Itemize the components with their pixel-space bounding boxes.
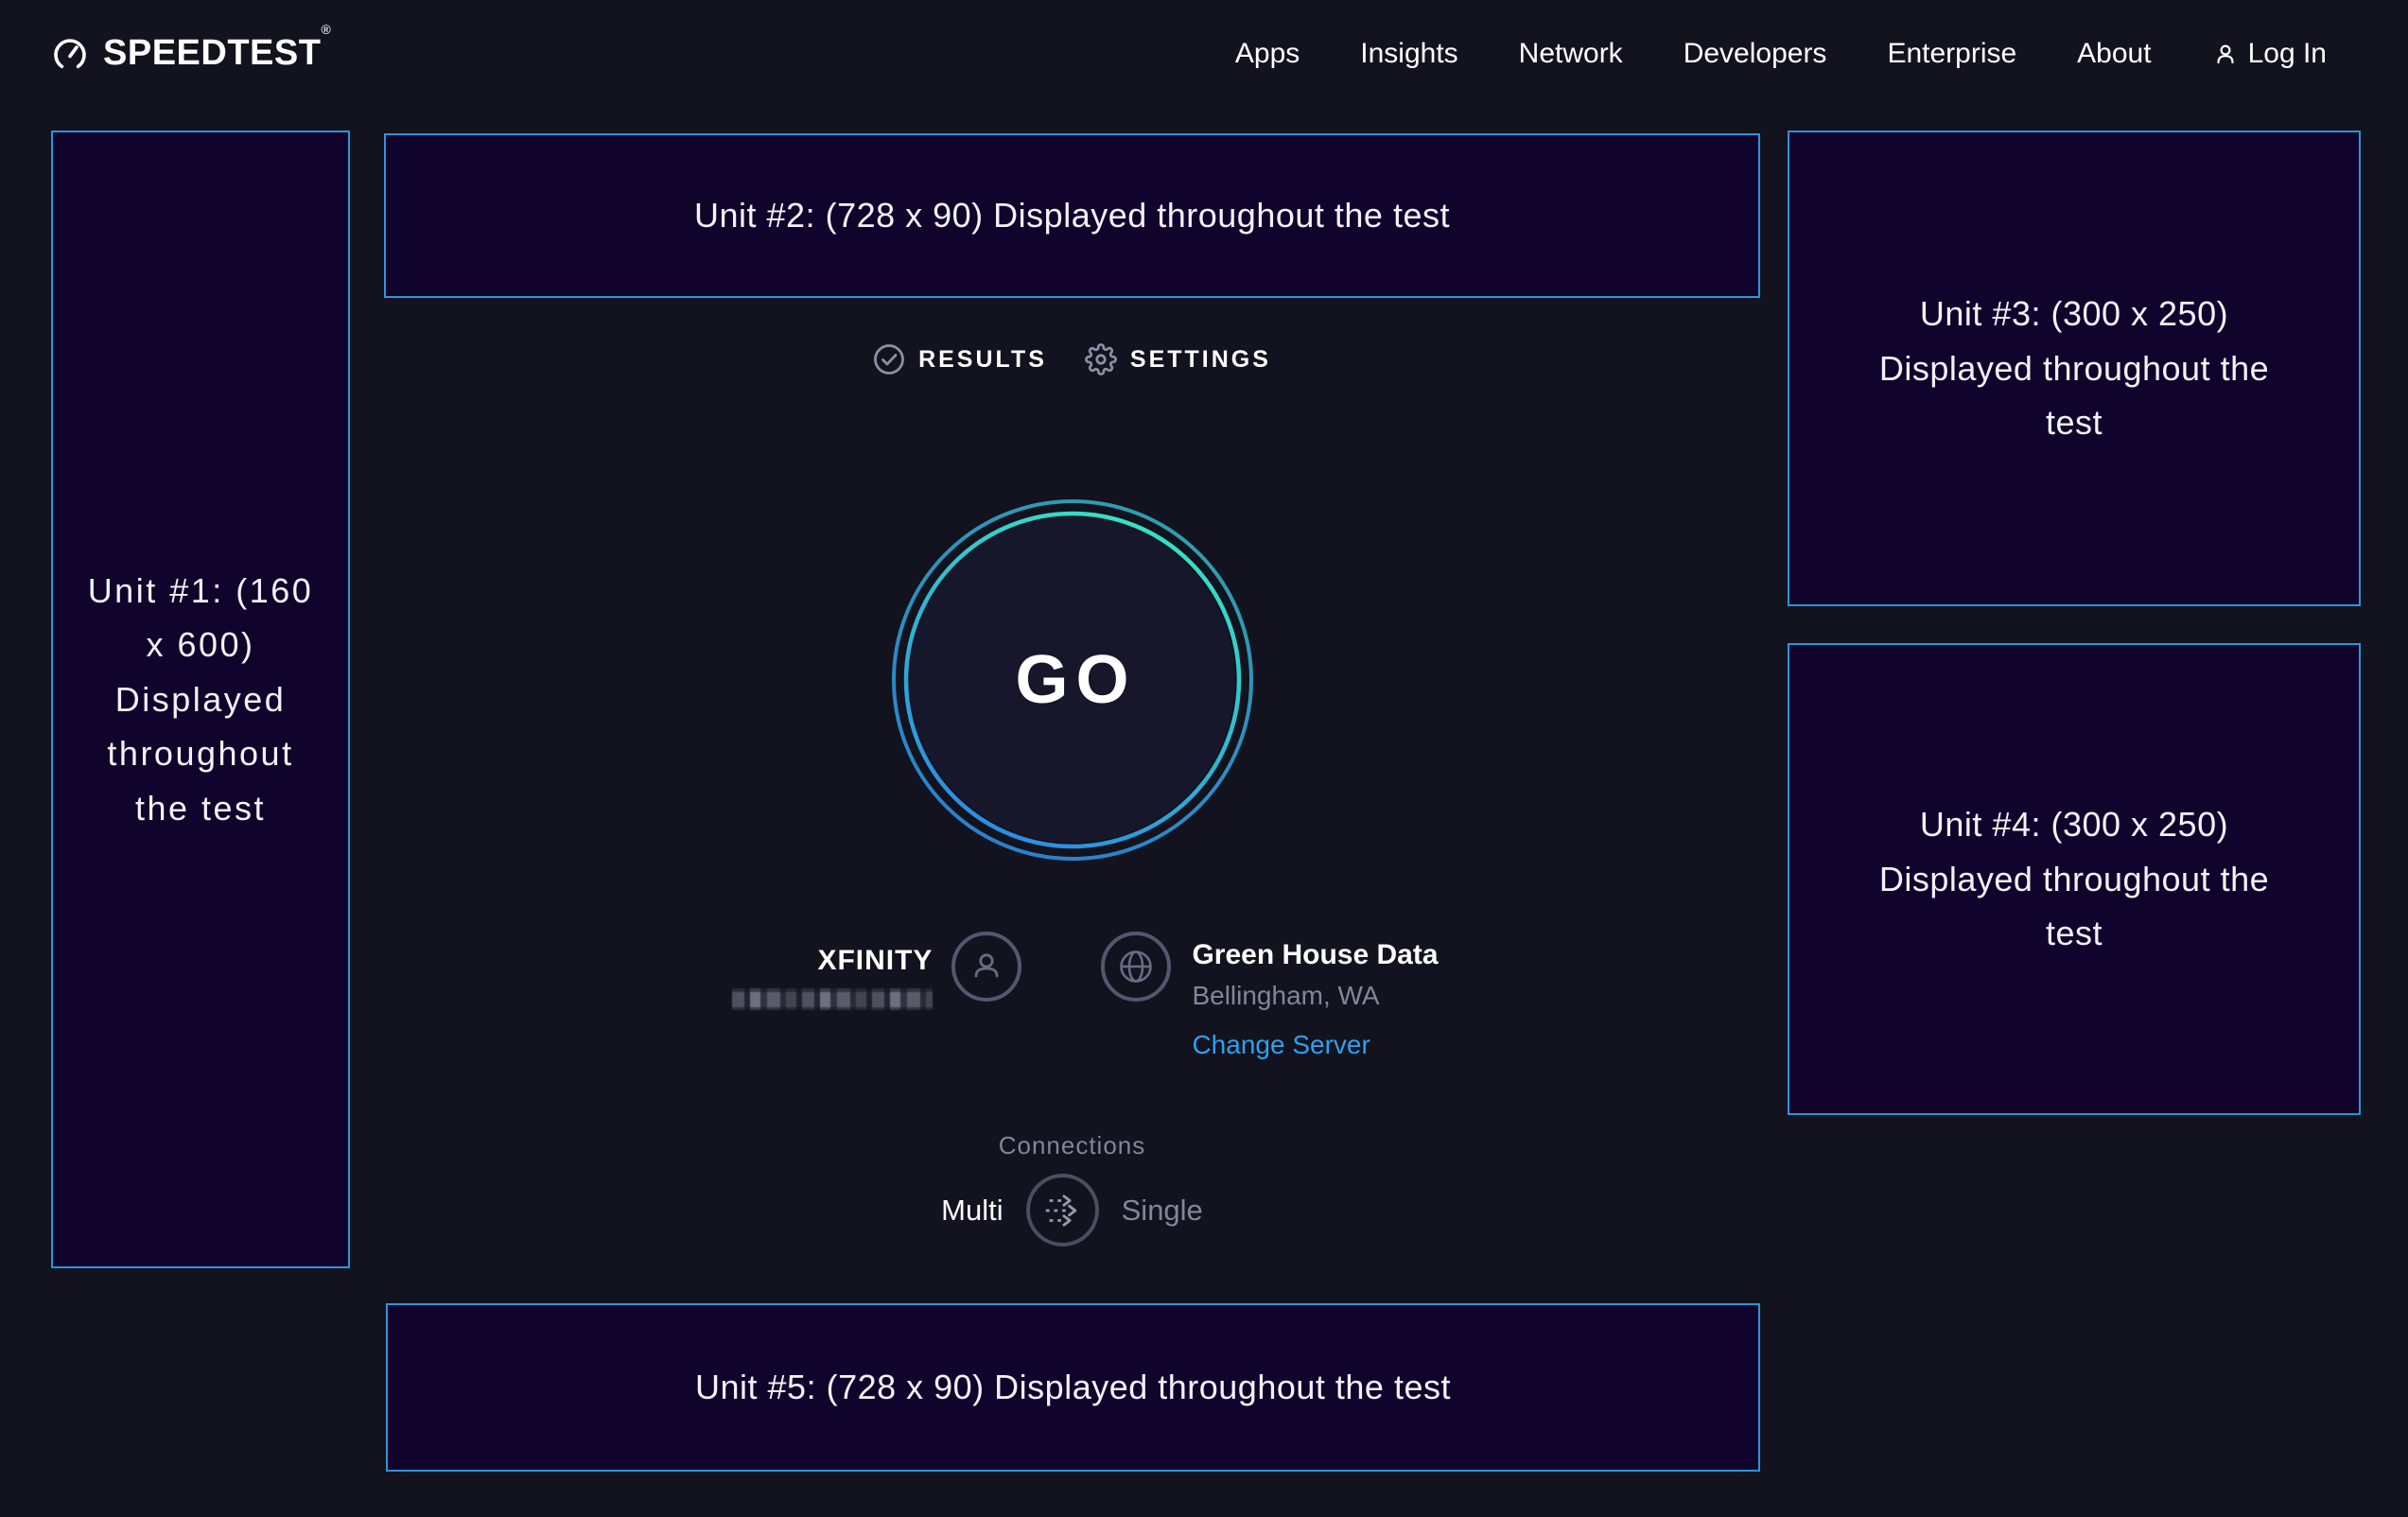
nav-item-network[interactable]: Network [1519, 38, 1623, 70]
tab-settings[interactable]: SETTINGS [1085, 343, 1271, 375]
isp-name: XFINITY [732, 945, 933, 977]
server-name: Green House Data [1192, 939, 1438, 971]
ad-unit-5-label: Unit #5: (728 x 90) Displayed throughout… [695, 1360, 1451, 1415]
nav-item-developers[interactable]: Developers [1684, 38, 1827, 70]
connections-toggle-row: Multi Single [384, 1174, 1760, 1247]
ad-unit-4-label: Unit #4: (300 x 250) Displayed throughou… [1789, 797, 2359, 961]
brand-wordmark: SPEEDTEST® [103, 33, 331, 74]
main-nav: Apps Insights Network Developers Enterpr… [1235, 38, 2327, 70]
nav-item-insights[interactable]: Insights [1360, 38, 1457, 70]
ad-unit-1-label: Unit #1: (160 x 600) Displayed throughou… [53, 564, 348, 836]
nav-item-apps[interactable]: Apps [1235, 38, 1300, 70]
gauge-icon [51, 35, 89, 73]
ad-unit-3-label: Unit #3: (300 x 250) Displayed throughou… [1789, 287, 2359, 450]
tab-results[interactable]: RESULTS [873, 343, 1047, 375]
ad-unit-1: Unit #1: (160 x 600) Displayed throughou… [51, 131, 350, 1268]
gear-icon [1085, 343, 1117, 375]
connections-multi-option[interactable]: Multi [941, 1194, 1003, 1228]
go-button[interactable]: GO [888, 496, 1257, 864]
check-circle-icon [873, 343, 905, 375]
results-settings-tabs: RESULTS SETTINGS [384, 343, 1760, 375]
masked-ip-address [732, 988, 933, 1010]
connections-toggle-button[interactable] [1026, 1174, 1099, 1247]
server-badge [1101, 932, 1171, 1002]
client-info: XFINITY [732, 932, 933, 1010]
speedtest-logo[interactable]: SPEEDTEST® [51, 33, 331, 74]
connections-label: Connections [384, 1131, 1760, 1160]
person-icon [968, 948, 1005, 985]
login-button[interactable]: Log In [2212, 38, 2327, 70]
connections-single-option[interactable]: Single [1122, 1194, 1203, 1228]
top-nav-bar: SPEEDTEST® Apps Insights Network Develop… [0, 0, 2408, 107]
server-info: Green House Data Bellingham, WA Change S… [1192, 932, 1438, 1060]
change-server-link[interactable]: Change Server [1192, 1030, 1438, 1060]
go-label: GO [888, 496, 1257, 864]
go-button-area: GO [384, 496, 1760, 864]
globe-icon [1116, 947, 1156, 986]
trademark-mark: ® [321, 22, 331, 37]
ad-unit-4: Unit #4: (300 x 250) Displayed throughou… [1788, 643, 2361, 1115]
ad-unit-3: Unit #3: (300 x 250) Displayed throughou… [1788, 131, 2361, 606]
person-icon [2212, 41, 2239, 67]
ad-unit-5: Unit #5: (728 x 90) Displayed throughout… [386, 1303, 1760, 1472]
tab-results-label: RESULTS [918, 346, 1047, 374]
ad-unit-2: Unit #2: (728 x 90) Displayed throughout… [384, 133, 1760, 298]
login-label: Log In [2248, 38, 2327, 70]
client-badge [951, 932, 1021, 1002]
nav-item-about[interactable]: About [2077, 38, 2151, 70]
nav-item-enterprise[interactable]: Enterprise [1887, 38, 2016, 70]
connection-info-row: XFINITY Green House Data Bellingham, WA … [397, 932, 1773, 1060]
multi-arrows-icon [1042, 1192, 1082, 1229]
connections-section: Connections Multi Single [384, 1131, 1760, 1247]
ad-unit-2-label: Unit #2: (728 x 90) Displayed throughout… [694, 188, 1450, 243]
tab-settings-label: SETTINGS [1130, 346, 1271, 374]
server-location: Bellingham, WA [1192, 981, 1438, 1011]
